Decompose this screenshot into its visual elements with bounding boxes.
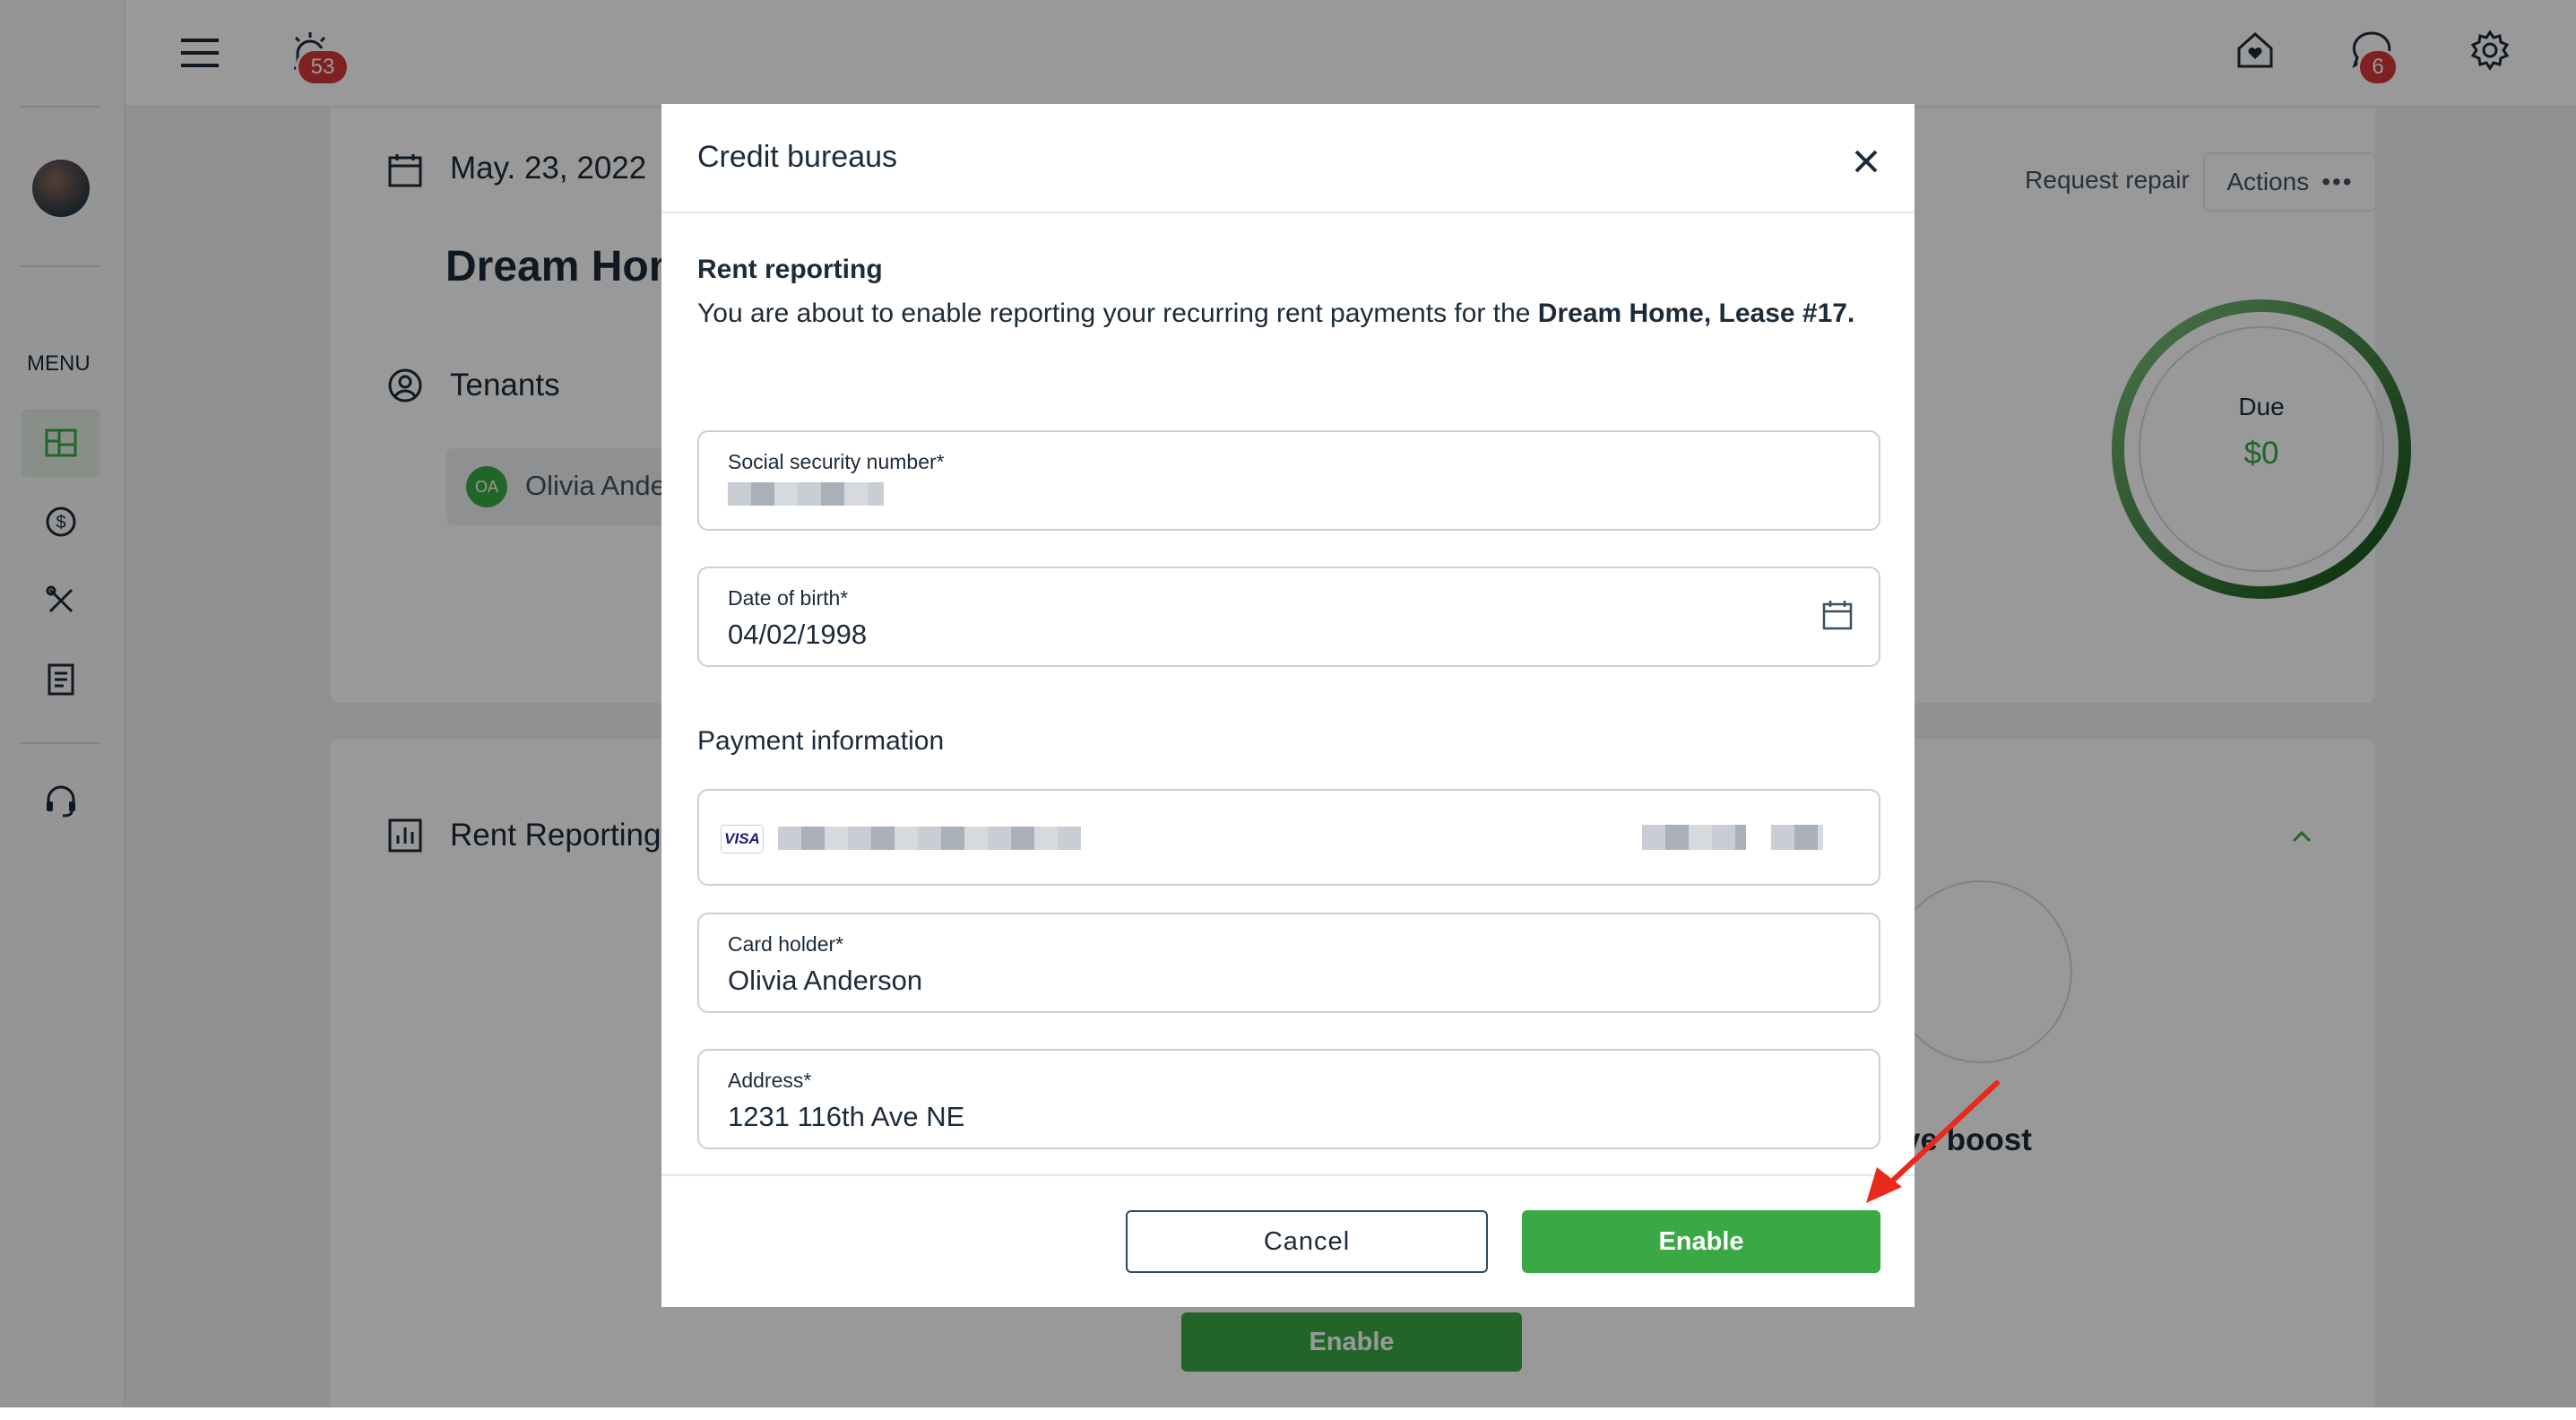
credit-bureaus-modal: Credit bureaus Rent reporting You are ab… — [661, 104, 1915, 1307]
annotation-arrow-icon — [1866, 1080, 2000, 1203]
section-title: Rent reporting — [697, 255, 883, 284]
payment-card-field[interactable]: VISA — [697, 789, 1880, 886]
description-text: You are about to enable reporting your r… — [697, 299, 1538, 328]
enable-button[interactable]: Enable — [1522, 1210, 1880, 1273]
modal-title: Credit bureaus — [697, 140, 898, 174]
dob-label: Date of birth* — [728, 586, 849, 610]
dob-field[interactable]: Date of birth* 04/02/1998 — [697, 567, 1880, 667]
card-holder-value: Olivia Anderson — [728, 965, 923, 996]
date-picker-button[interactable] — [1820, 597, 1855, 633]
address-label: Address* — [728, 1069, 812, 1092]
card-expiry-redacted — [1642, 825, 1746, 850]
card-cvv-redacted — [1771, 825, 1823, 850]
payment-info-label: Payment information — [697, 726, 945, 756]
address-field[interactable]: Address* 1231 116th Ave NE — [697, 1049, 1880, 1149]
cancel-button[interactable]: Cancel — [1126, 1210, 1488, 1273]
calendar-icon — [1822, 601, 1853, 630]
modal-header: Credit bureaus — [661, 104, 1915, 213]
card-holder-field[interactable]: Card holder* Olivia Anderson — [697, 913, 1880, 1013]
ssn-label: Social security number* — [728, 450, 945, 473]
description-lease-name: Dream Home, Lease #17. — [1537, 299, 1855, 328]
footer-divider — [661, 1174, 1915, 1176]
ssn-field[interactable]: Social security number* — [697, 430, 1880, 531]
modal-description: You are about to enable reporting your r… — [697, 292, 1871, 335]
address-value: 1231 116th Ave NE — [728, 1101, 965, 1132]
card-number-redacted — [778, 827, 1081, 850]
close-icon — [1854, 150, 1878, 173]
card-holder-label: Card holder* — [728, 932, 844, 956]
visa-card-icon: VISA — [721, 825, 764, 853]
ssn-redacted — [728, 482, 884, 506]
close-button[interactable] — [1846, 142, 1886, 181]
dob-value: 04/02/1998 — [728, 619, 868, 650]
